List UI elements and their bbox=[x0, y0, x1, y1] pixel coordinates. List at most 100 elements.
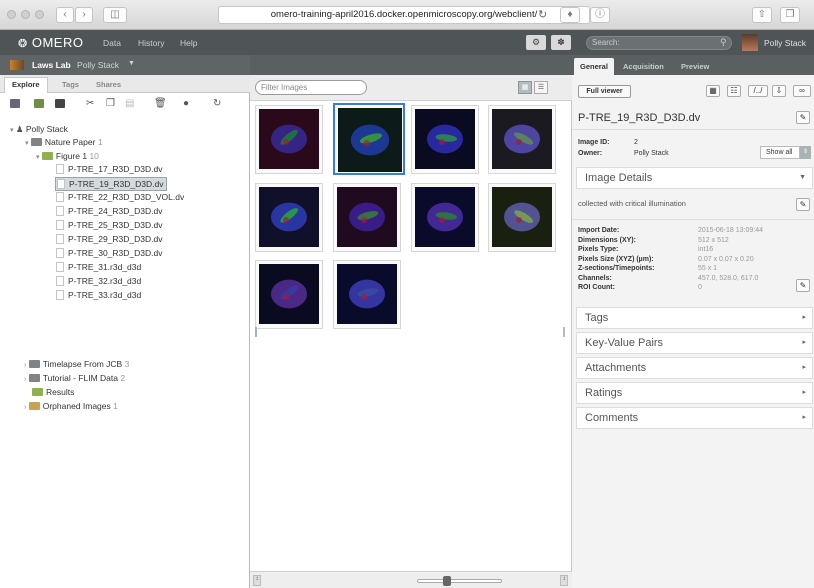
image-thumbnail[interactable] bbox=[488, 105, 556, 174]
tree-image[interactable]: P-TRE_24_R3D_D3D.dv bbox=[56, 205, 162, 217]
tree-project[interactable]: ▾ Nature Paper 1 bbox=[25, 136, 103, 150]
show-all-select[interactable]: Show all bbox=[760, 146, 800, 159]
address-bar[interactable]: omero-training-april2016.docker.openmicr… bbox=[218, 6, 590, 24]
tree-image[interactable]: P-TRE_25_R3D_D3D.dv bbox=[56, 219, 162, 231]
resize-handle-icon[interactable]: ↕ bbox=[253, 575, 261, 586]
refresh-icon[interactable]: ↻ bbox=[213, 99, 223, 109]
tree-image[interactable]: P-TRE_33.r3d_d3d bbox=[56, 289, 141, 301]
link-icon[interactable]: ∞ bbox=[793, 85, 811, 97]
info-icon[interactable]: ⓘ bbox=[590, 7, 610, 23]
tree-project-flim[interactable]: › Tutorial - FLIM Data 2 bbox=[24, 372, 125, 386]
activities-icon[interactable]: ✽ bbox=[551, 35, 571, 50]
thumbnail-image bbox=[338, 108, 402, 172]
edit-channels-icon[interactable]: ✎ bbox=[796, 279, 810, 292]
delete-icon[interactable]: 🗑 bbox=[154, 99, 167, 109]
tree-image[interactable]: P-TRE_22_R3D_D3D_VOL.dv bbox=[56, 191, 184, 203]
download-icon[interactable]: ⇩ bbox=[772, 85, 786, 97]
hierarchy-icon[interactable]: ☷ bbox=[727, 85, 741, 97]
menu-help[interactable]: Help bbox=[180, 38, 197, 48]
section-ratings[interactable]: Ratings ▸ bbox=[576, 382, 813, 404]
link-path-icon[interactable]: /../ bbox=[748, 85, 768, 97]
minimize-window-button[interactable] bbox=[21, 10, 30, 19]
image-thumbnail[interactable] bbox=[255, 105, 323, 174]
detail-label: Import Date: bbox=[578, 227, 620, 234]
section-key-value-pairs[interactable]: Key-Value Pairs ▸ bbox=[576, 332, 813, 354]
section-tags[interactable]: Tags ▸ bbox=[576, 307, 813, 329]
image-thumbnail[interactable] bbox=[411, 105, 479, 174]
back-button[interactable]: ‹ bbox=[56, 7, 74, 23]
image-thumbnail[interactable] bbox=[255, 260, 323, 329]
menu-history[interactable]: History bbox=[138, 38, 164, 48]
scripts-icon[interactable]: ⚙ bbox=[526, 35, 546, 50]
paste-icon[interactable]: ▤ bbox=[125, 99, 135, 109]
image-thumbnail[interactable] bbox=[333, 103, 405, 175]
divider bbox=[572, 129, 814, 130]
search-icon[interactable]: ⚲ bbox=[720, 37, 727, 48]
forward-button[interactable]: › bbox=[75, 7, 93, 23]
new-dataset-icon[interactable] bbox=[34, 99, 44, 108]
list-view-icon[interactable]: ☰ bbox=[534, 81, 548, 94]
tab-general[interactable]: General bbox=[574, 58, 614, 75]
cut-icon[interactable]: ✂ bbox=[86, 99, 96, 109]
thumbnail-size-slider[interactable] bbox=[417, 579, 502, 583]
share-icon[interactable]: ⇧ bbox=[752, 7, 772, 23]
section-comments[interactable]: Comments ▸ bbox=[576, 407, 813, 429]
detail-value: 512 x 512 bbox=[698, 236, 729, 244]
image-file-icon bbox=[56, 248, 64, 258]
close-window-button[interactable] bbox=[7, 10, 16, 19]
new-project-icon[interactable] bbox=[10, 99, 20, 108]
edit-description-icon[interactable]: ✎ bbox=[796, 198, 810, 211]
tab-tags[interactable]: Tags bbox=[62, 80, 79, 89]
tree-project-timelapse[interactable]: › Timelapse From JCB 3 bbox=[24, 358, 129, 372]
new-screen-icon[interactable] bbox=[55, 99, 65, 108]
full-viewer-button[interactable]: Full viewer bbox=[578, 85, 631, 98]
section-attachments[interactable]: Attachments ▸ bbox=[576, 357, 813, 379]
tree-dataset[interactable]: ▾ Figure 1 10 bbox=[36, 150, 99, 164]
grid-icon[interactable]: ▦ bbox=[706, 85, 720, 97]
select-arrow-icon[interactable]: ⇕ bbox=[800, 146, 811, 159]
image-details-header[interactable]: Image Details ▼ bbox=[576, 167, 813, 189]
tree-image[interactable]: P-TRE_19_R3D_D3D.dv bbox=[55, 177, 168, 191]
orphaned-folder-icon bbox=[28, 402, 40, 410]
image-thumbnail[interactable] bbox=[333, 260, 401, 329]
dataset-folder-icon bbox=[41, 152, 53, 160]
tree-orphaned[interactable]: › Orphaned Images 1 bbox=[24, 400, 118, 414]
search-input[interactable]: Search: bbox=[586, 36, 732, 50]
tree-image[interactable]: P-TRE_17_R3D_D3D.dv bbox=[56, 163, 162, 175]
image-thumbnail[interactable] bbox=[411, 183, 479, 252]
filter-images-input[interactable]: Filter Images bbox=[255, 80, 367, 95]
tabs-overview-icon[interactable]: ❐ bbox=[780, 7, 800, 23]
sidebar-toggle-icon[interactable]: ◫ bbox=[103, 7, 127, 23]
browser-toolbar: ‹ › ◫ omero-training-april2016.docker.op… bbox=[0, 0, 814, 30]
thumbnail-view-icon[interactable]: ▦ bbox=[518, 81, 532, 94]
tree-root[interactable]: ▾ ♟ Polly Stack bbox=[10, 123, 68, 137]
resize-handle-icon[interactable]: ↕ bbox=[560, 575, 568, 586]
edit-name-icon[interactable]: ✎ bbox=[796, 111, 810, 124]
tree-image[interactable]: P-TRE_31.r3d_d3d bbox=[56, 261, 141, 273]
reload-icon[interactable]: ↻ bbox=[538, 8, 547, 21]
bookmark-icon[interactable]: ♦ bbox=[560, 7, 580, 23]
image-thumbnail[interactable] bbox=[255, 183, 323, 252]
user-name[interactable]: Polly Stack bbox=[764, 38, 806, 48]
tab-acquisition[interactable]: Acquisition bbox=[617, 58, 670, 75]
tree-image[interactable]: P-TRE_32.r3d_d3d bbox=[56, 275, 141, 287]
image-thumbnail[interactable] bbox=[333, 183, 401, 252]
tab-preview[interactable]: Preview bbox=[675, 58, 715, 75]
avatar[interactable] bbox=[742, 34, 758, 51]
omero-logo[interactable]: ❂ OMERO bbox=[18, 35, 83, 50]
center-panel: Filter Images ▦ ☰ ↕ ↕ bbox=[250, 55, 572, 588]
tree-image[interactable]: P-TRE_30_R3D_D3D.dv bbox=[56, 247, 162, 259]
zoom-window-button[interactable] bbox=[35, 10, 44, 19]
tree-dataset-results[interactable]: Results bbox=[32, 386, 74, 398]
tab-explore[interactable]: Explore bbox=[12, 80, 40, 89]
slider-handle[interactable] bbox=[443, 576, 451, 586]
group-switcher[interactable]: Laws Lab Polly Stack ▼ bbox=[0, 55, 250, 75]
copy-icon[interactable]: ❐ bbox=[106, 99, 116, 109]
menu-data[interactable]: Data bbox=[103, 38, 121, 48]
image-thumbnail[interactable] bbox=[488, 183, 556, 252]
permissions-icon[interactable]: ● bbox=[183, 99, 193, 109]
group-name: Laws Lab bbox=[32, 60, 71, 70]
user-icon: ♟ bbox=[15, 124, 24, 134]
tab-shares[interactable]: Shares bbox=[96, 80, 121, 89]
tree-image[interactable]: P-TRE_29_R3D_D3D.dv bbox=[56, 233, 162, 245]
